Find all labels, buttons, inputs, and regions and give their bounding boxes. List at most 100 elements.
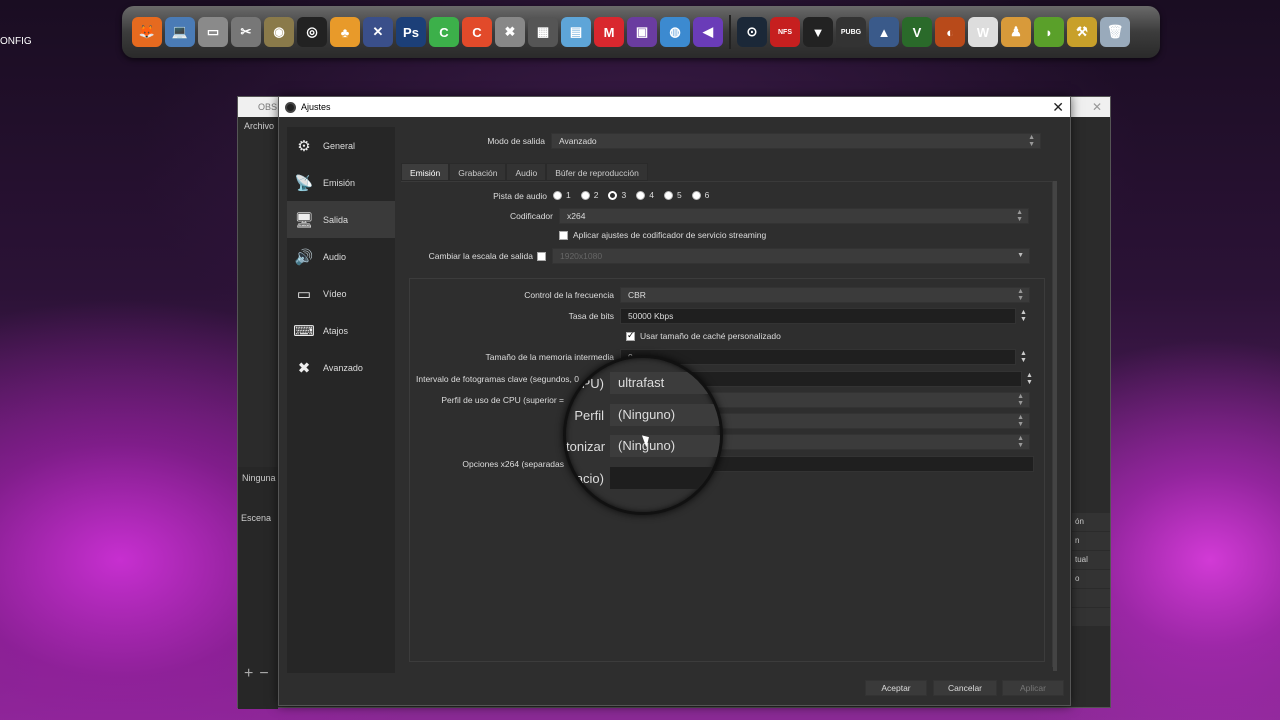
control-button[interactable]: n [1072, 532, 1110, 550]
scene-collection-label: Ninguna [242, 473, 276, 483]
buffer-stepper-icon[interactable]: ▲ ▼ [1020, 350, 1027, 364]
pubg-icon[interactable]: PUBG [836, 17, 866, 47]
scrollbar[interactable] [1053, 181, 1057, 671]
audio-track-radios: 1 2 3 4 5 6 [553, 190, 719, 202]
category-video[interactable]: ▭ Vídeo [287, 275, 395, 312]
category-label: Avanzado [323, 362, 363, 373]
category-general[interactable]: ⚙ General [287, 127, 395, 164]
encoder-select[interactable]: x264 ▲ ▼ [559, 208, 1029, 224]
wrench-icon[interactable]: ✖ [495, 17, 525, 47]
firefox-icon[interactable]: 🦊 [132, 17, 162, 47]
category-avanzado[interactable]: ✖ Avanzado [287, 349, 395, 386]
magnified-row: acio) [566, 467, 720, 489]
photoshop-icon[interactable]: Ps [396, 17, 426, 47]
category-label: Salida [323, 214, 349, 225]
fl-studio-icon[interactable]: ♣ [330, 17, 360, 47]
camtasia-red-icon[interactable]: C [462, 17, 492, 47]
cs-icon[interactable]: ♟ [1001, 17, 1031, 47]
bitrate-input[interactable]: 50000 Kbps [620, 308, 1016, 324]
apply-button[interactable]: Aplicar [1002, 680, 1064, 696]
steam-icon[interactable]: ⊙ [737, 17, 767, 47]
camtasia-icon[interactable]: C [429, 17, 459, 47]
menu-archivo[interactable]: Archivo [244, 121, 274, 131]
audio-track-radio-4[interactable]: 4 [636, 190, 654, 200]
streaming-tab-pane: Pista de audio 1 2 3 4 5 6 Codificador x264 ▲… [401, 181, 1053, 667]
add-remove-scene-buttons[interactable]: +− [244, 665, 275, 683]
settings-category-list: ⚙ General 📡 Emisión 🖥 Salida 🔊 Audio ▭ Vídeo ⌨ Ataj… [287, 127, 395, 673]
keyframe-stepper-icon[interactable]: ▲ ▼ [1026, 372, 1033, 386]
gpu-icon[interactable]: ▦ [528, 17, 558, 47]
magnified-field: ultrafast [610, 372, 720, 394]
gta-icon[interactable]: V [902, 17, 932, 47]
ok-button[interactable]: Aceptar [865, 680, 927, 696]
control-button[interactable] [1072, 589, 1110, 607]
radio-label: 6 [704, 190, 710, 200]
id-card-icon[interactable]: ▤ [561, 17, 591, 47]
radio-dot-icon [553, 190, 562, 200]
mega-icon[interactable]: M [594, 17, 624, 47]
speaker-icon: 🔊 [294, 248, 314, 266]
drive-icon[interactable]: ▭ [198, 17, 228, 47]
hammer-icon[interactable]: ⚒ [1067, 17, 1097, 47]
settings-content: Modo de salida Avanzado ▲ ▼ Emisión Graba… [401, 127, 1065, 667]
controls-dock: ón n tual o [1072, 513, 1110, 627]
category-audio[interactable]: 🔊 Audio [287, 238, 395, 275]
magnified-field: (Ninguno) [610, 404, 720, 426]
control-button[interactable] [1072, 608, 1110, 626]
audio-track-radio-3[interactable]: 3 [608, 190, 626, 200]
output-mode-value: Avanzado [559, 136, 597, 146]
nfs-icon[interactable]: NFS [770, 17, 800, 47]
coin-icon[interactable]: ◉ [264, 17, 294, 47]
cpu-icon[interactable]: ▣ [627, 17, 657, 47]
directx-icon[interactable]: ✕ [363, 17, 393, 47]
output-mode-select[interactable]: Avanzado ▲ ▼ [551, 133, 1041, 149]
recycle-bin-icon[interactable]: 🗑 [1100, 17, 1130, 47]
obs-close-icon[interactable]: ✕ [1092, 100, 1102, 114]
bitrate-stepper-icon[interactable]: ▲ ▼ [1020, 309, 1027, 323]
spin-arrows-icon: ▲ ▼ [1017, 288, 1024, 302]
rate-control-value: CBR [628, 290, 646, 300]
category-emision[interactable]: 📡 Emisión [287, 164, 395, 201]
radio-dot-icon [580, 190, 590, 200]
earth-icon[interactable]: ◍ [660, 17, 690, 47]
obs-icon[interactable]: ◎ [297, 17, 327, 47]
rate-control-select[interactable]: CBR ▲ ▼ [620, 287, 1030, 303]
audio-track-radio-2[interactable]: 2 [580, 190, 598, 200]
obs-logo-icon [285, 101, 296, 113]
audio-track-radio-1[interactable]: 1 [553, 190, 571, 200]
fox-mask-icon[interactable]: ▼ [803, 17, 833, 47]
close-icon[interactable]: ✕ [1052, 99, 1064, 116]
magnified-row: PU) ultrafast [566, 372, 720, 394]
visual-studio-icon[interactable]: ◀ [693, 17, 723, 47]
cancel-button[interactable]: Cancelar [933, 680, 997, 696]
monitor-output-icon: 🖥 [294, 211, 314, 229]
assassins-creed-icon[interactable]: ▲ [869, 17, 899, 47]
audio-track-radio-5[interactable]: 5 [663, 190, 682, 200]
buffer-size-input[interactable]: 0 [620, 349, 1016, 365]
radio-label: 4 [649, 190, 654, 200]
tab-bufer[interactable]: Búfer de reproducción [546, 163, 648, 181]
audio-track-radio-6[interactable]: 6 [691, 190, 710, 200]
wolf-icon[interactable]: W [968, 17, 998, 47]
display-icon: ▭ [296, 285, 312, 303]
tab-emision[interactable]: Emisión [401, 163, 450, 181]
custom-buffer-checkbox[interactable] [626, 330, 635, 341]
tab-audio[interactable]: Audio [506, 163, 547, 181]
tab-grabacion[interactable]: Grabación [449, 163, 507, 181]
laptop-icon[interactable]: 💻 [165, 17, 195, 47]
apply-encoder-settings-checkbox[interactable] [559, 230, 568, 240]
tools-icon[interactable]: ✂ [231, 17, 261, 47]
rescale-value: 1920x1080 [560, 251, 603, 261]
magnified-row: Perfil (Ninguno) [566, 404, 720, 426]
control-button[interactable]: ón [1072, 513, 1110, 531]
category-atajos[interactable]: ⌨ Atajos [287, 312, 395, 349]
watch-dogs-icon[interactable]: ◐ [935, 17, 965, 47]
control-button[interactable]: tual [1072, 551, 1110, 569]
encoder-value: x264 [567, 211, 586, 221]
control-button[interactable]: o [1072, 570, 1110, 588]
rescale-checkbox[interactable] [537, 251, 546, 261]
rescale-select[interactable]: 1920x1080 ▼ [552, 248, 1030, 264]
category-salida[interactable]: 🖥 Salida [287, 201, 395, 238]
buffer-size-label: Tamaño de la memoria intermedia [485, 352, 614, 362]
nvidia-icon[interactable]: ◗ [1034, 17, 1064, 47]
